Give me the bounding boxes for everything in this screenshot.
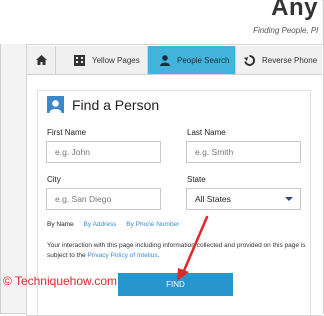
tab-reverse-phone[interactable]: Reverse Phone xyxy=(236,46,322,74)
form-title: Find a Person xyxy=(72,96,160,113)
search-by-name[interactable]: By Name xyxy=(47,221,74,228)
tab-home[interactable] xyxy=(27,46,56,74)
first-name-input[interactable] xyxy=(46,141,161,163)
state-label: State xyxy=(187,175,206,184)
state-select[interactable]: All States xyxy=(186,188,301,210)
tab-yellow-pages[interactable]: Yellow Pages xyxy=(56,46,148,74)
site-tagline: Finding People, Pl xyxy=(253,26,318,35)
privacy-policy-link[interactable]: Privacy Policy of Intelius xyxy=(87,252,157,259)
person-icon xyxy=(160,54,170,66)
tab-people-search[interactable]: People Search xyxy=(148,46,236,74)
tab-people-search-label: People Search xyxy=(177,55,230,65)
last-name-input[interactable] xyxy=(186,141,301,163)
first-name-label: First Name xyxy=(47,128,87,137)
search-tabs: Yellow Pages People Search Reverse Phone xyxy=(27,46,322,75)
site-header: Any Finding People, Pl xyxy=(0,0,322,44)
chevron-down-icon xyxy=(285,197,293,201)
watermark-text: © Techniquehow.com xyxy=(3,274,118,288)
site-logo[interactable]: Any xyxy=(271,0,318,22)
state-select-value: All States xyxy=(195,194,231,204)
search-by-address-link[interactable]: By Address xyxy=(84,221,117,228)
city-input[interactable] xyxy=(46,188,161,210)
tab-reverse-phone-label: Reverse Phone xyxy=(262,55,318,65)
tab-yellow-pages-label: Yellow Pages xyxy=(92,55,140,65)
last-name-label: Last Name xyxy=(187,128,226,137)
home-icon xyxy=(35,55,47,65)
red-arrow-annotation xyxy=(177,215,209,281)
city-label: City xyxy=(47,175,61,184)
form-title-row: Find a Person xyxy=(47,96,159,113)
building-icon xyxy=(74,54,85,66)
person-badge-icon xyxy=(47,96,64,113)
phone-icon xyxy=(244,54,255,66)
